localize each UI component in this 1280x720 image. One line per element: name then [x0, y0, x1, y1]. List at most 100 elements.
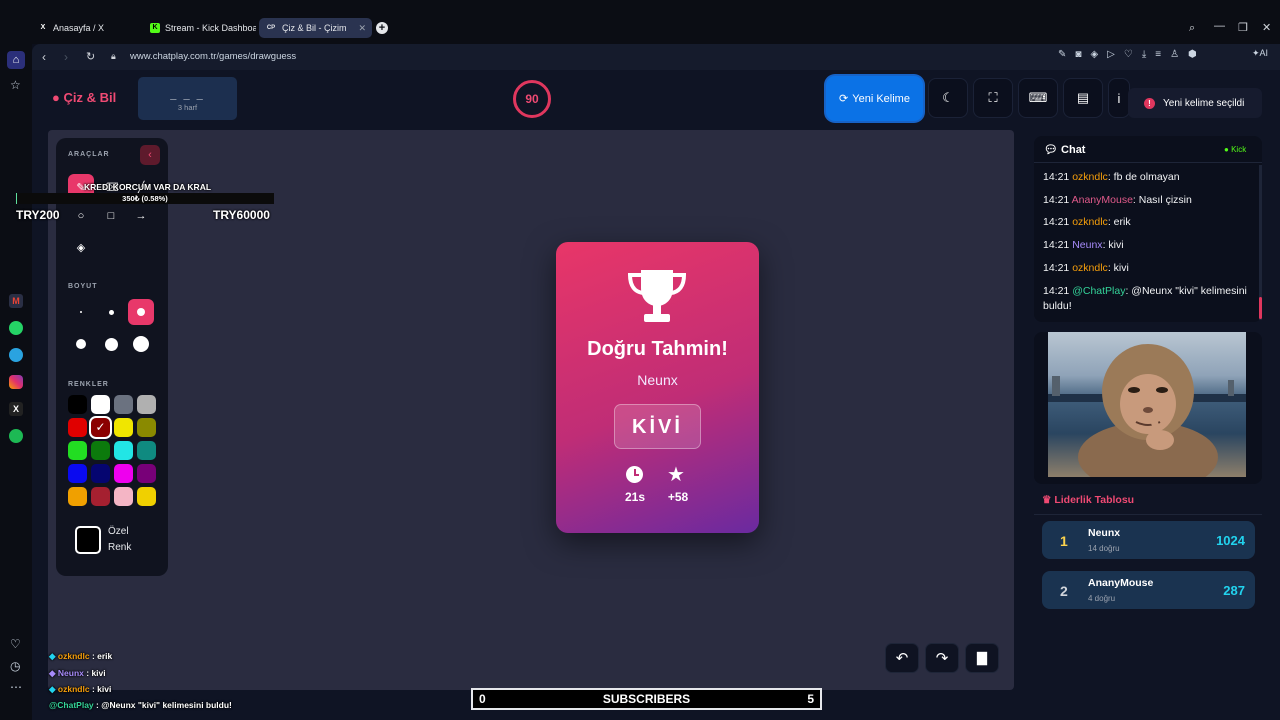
url-field[interactable]: www.chatplay.com.tr/games/drawguess [130, 51, 296, 62]
color-swatch[interactable] [91, 441, 110, 460]
search-tabs-icon[interactable]: ⌕ [1189, 22, 1195, 35]
overlay-user: @ChatPlay [49, 700, 94, 710]
paint-bucket-icon: ◈ [76, 241, 86, 254]
card-title: Doğru Tahmin! [587, 338, 728, 360]
history-icon[interactable]: ◷ [10, 659, 20, 673]
app-logo[interactable]: ● Çiz & Bil [52, 90, 116, 105]
color-swatch[interactable] [137, 418, 156, 437]
keyboard-button[interactable]: ⌨ [1018, 78, 1058, 118]
rectangle-tool[interactable]: □ [98, 203, 124, 229]
close-window-icon[interactable]: ✕ [1262, 21, 1271, 34]
forward-icon[interactable]: › [64, 50, 68, 64]
color-swatch[interactable] [137, 487, 156, 506]
overlay-badge-icon: ◆ [49, 684, 56, 694]
leaderboard-divider [1034, 514, 1262, 515]
color-swatch[interactable] [114, 464, 133, 483]
new-tab-icon[interactable]: + [376, 22, 388, 34]
custom-color-picker[interactable] [75, 526, 101, 554]
chat-message: 14:21 ozkndlc: kivi [1043, 261, 1253, 276]
spotify-icon[interactable] [9, 429, 23, 443]
arrow-tool[interactable]: → [128, 203, 154, 229]
chat-scrollbar[interactable] [1259, 165, 1262, 320]
color-swatch[interactable] [114, 418, 133, 437]
home-icon[interactable]: ⌂ [7, 51, 25, 69]
new-word-button[interactable]: ⟳ Yeni Kelime [826, 76, 923, 121]
collapse-tools-button[interactable]: ‹ [140, 145, 160, 165]
overlay-chat-line: ◆ Neunx : kivi [49, 668, 106, 679]
overlay-chat-line: ◆ ozkndlc : kivi [49, 684, 111, 695]
color-swatch[interactable] [114, 441, 133, 460]
archive-icon: ▤ [1076, 90, 1090, 105]
redo-button[interactable]: ↷ [925, 643, 959, 673]
maximize-icon[interactable]: ❐ [1238, 21, 1248, 34]
color-swatch[interactable] [137, 464, 156, 483]
camera-icon[interactable]: ◙ [1075, 49, 1081, 60]
undo-button[interactable]: ↶ [885, 643, 919, 673]
size-5[interactable] [98, 331, 124, 357]
msg-time: 14:21 [1043, 216, 1070, 228]
color-swatch[interactable] [68, 441, 87, 460]
close-tab-icon[interactable]: ✕ [358, 23, 366, 34]
colors-heading: RENKLER [68, 381, 109, 388]
size-3[interactable] [128, 299, 154, 325]
overlay-text: : kivi [83, 668, 106, 678]
player-name: Neunx [1088, 527, 1121, 539]
tab-kick[interactable]: K Stream - Kick Dashboard [144, 18, 256, 38]
color-swatch[interactable] [91, 464, 110, 483]
heart-icon[interactable]: ♡ [10, 637, 21, 651]
instagram-icon[interactable] [9, 375, 23, 389]
size-1[interactable] [68, 299, 94, 325]
goal-start: TRY200 [16, 208, 60, 222]
info-button[interactable]: i [1108, 78, 1130, 118]
aria-ai-button[interactable]: ✦AI [1252, 48, 1268, 59]
reload-icon[interactable]: ↻ [86, 50, 95, 63]
tab-x[interactable]: X Anasayfa / X [32, 18, 142, 38]
extensions-icon[interactable]: ⬢ [1188, 49, 1197, 60]
color-swatch[interactable] [68, 395, 87, 414]
x-icon[interactable]: X [9, 402, 23, 416]
minimize-icon[interactable]: — [1214, 20, 1225, 32]
color-swatch[interactable] [91, 395, 110, 414]
back-icon[interactable]: ‹ [42, 50, 46, 64]
play-icon[interactable]: ▷ [1107, 49, 1115, 60]
pin-icon[interactable]: ☆ [10, 78, 21, 92]
archive-button[interactable]: ▤ [1063, 78, 1103, 118]
heart-icon[interactable]: ♡ [1124, 49, 1133, 60]
dark-mode-button[interactable]: ☾ [928, 78, 968, 118]
color-swatch[interactable] [68, 464, 87, 483]
player-score: 1024 [1216, 533, 1245, 548]
color-swatch[interactable] [91, 487, 110, 506]
expand-icon: ⛶ [988, 90, 998, 105]
shield-icon[interactable]: ◈ [1090, 49, 1098, 60]
size-dot [133, 336, 149, 352]
drawing-canvas[interactable] [48, 130, 1014, 690]
whatsapp-icon[interactable] [9, 321, 23, 335]
size-4[interactable] [68, 331, 94, 357]
color-swatch[interactable]: ✓ [89, 416, 112, 439]
circle-tool[interactable]: ○ [68, 203, 94, 229]
browser-sidebar: ⌂ ☆ M X ♡ ◷ ⋯ [0, 0, 32, 720]
more-icon[interactable]: ⋯ [10, 680, 22, 694]
menu-icon[interactable]: ≡ [1155, 49, 1161, 60]
gmail-icon[interactable]: M [9, 294, 23, 308]
color-swatch[interactable] [68, 487, 87, 506]
circle-icon: ○ [77, 210, 85, 222]
download-icon[interactable]: ⤓ [1142, 49, 1146, 60]
tab-ciz-bil[interactable]: CP Çiz & Bil - Çizim Oyun ✕ [259, 18, 372, 38]
color-swatch[interactable] [68, 418, 87, 437]
fullscreen-button[interactable]: ⛶ [973, 78, 1013, 118]
color-swatch[interactable] [137, 441, 156, 460]
subscriber-goal-bar: 0 SUBSCRIBERS 5 [471, 688, 822, 710]
size-2[interactable] [98, 299, 124, 325]
color-swatch[interactable] [137, 395, 156, 414]
edit-icon[interactable]: ✎ [1058, 49, 1066, 60]
size-dot [104, 337, 118, 351]
clear-canvas-button[interactable]: ▇ [965, 643, 999, 673]
profile-icon[interactable]: ♙ [1170, 49, 1179, 60]
telegram-icon[interactable] [9, 348, 23, 362]
color-swatch[interactable] [114, 395, 133, 414]
color-swatch[interactable] [114, 487, 133, 506]
size-6[interactable] [128, 331, 154, 357]
fill-tool[interactable]: ◈ [68, 234, 94, 260]
card-points: +58 [667, 490, 689, 504]
